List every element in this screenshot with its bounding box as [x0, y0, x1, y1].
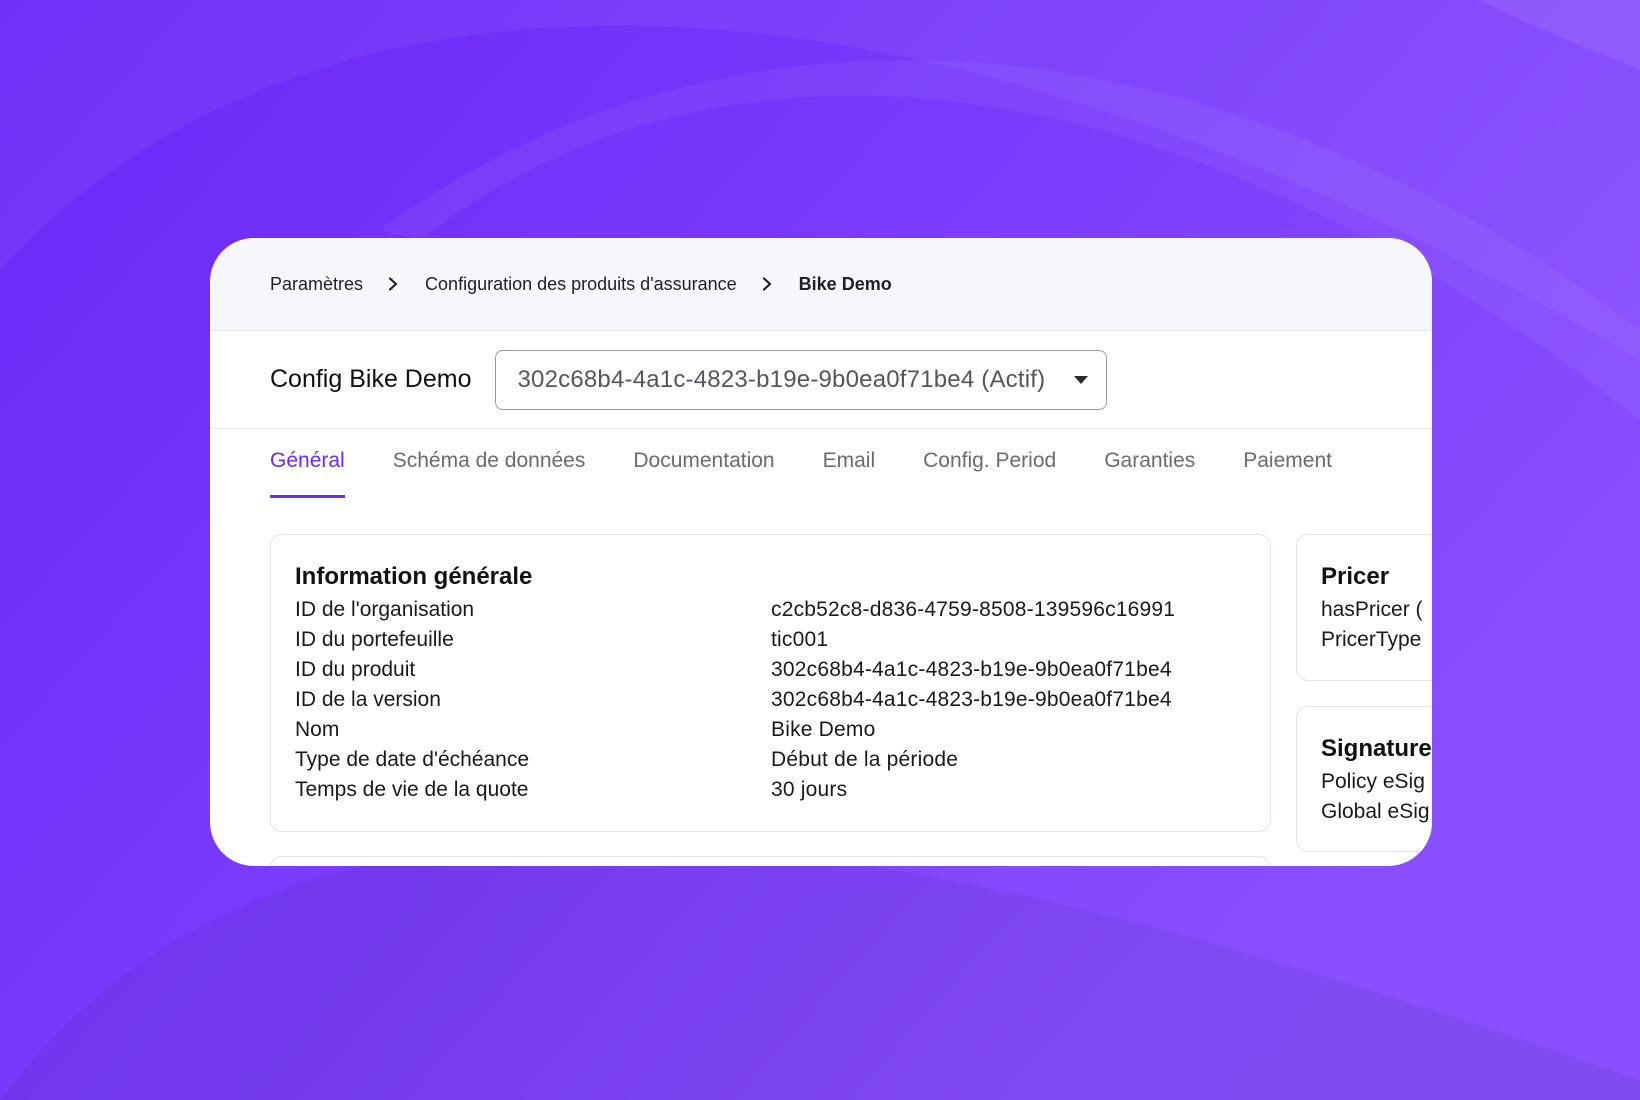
tab-bar: Général Schéma de données Documentation …: [210, 429, 1432, 498]
tab-general[interactable]: Général: [270, 429, 345, 498]
signature-row: Global eSig: [1321, 800, 1430, 823]
signature-row: Policy eSig: [1321, 770, 1425, 793]
info-row: ID du produit 302c68b4-4a1c-4823-b19e-9b…: [295, 655, 1246, 685]
pricer-row: hasPricer (: [1321, 598, 1423, 621]
info-value: 302c68b4-4a1c-4823-b19e-9b0ea0f71be4: [771, 658, 1172, 681]
page-title: Config Bike Demo: [270, 365, 472, 393]
signature-panel: Signature Policy eSig Global eSig: [1296, 706, 1432, 852]
info-row: ID du portefeuille tic001: [295, 625, 1246, 655]
config-card: Paramètres Configuration des produits d'…: [210, 238, 1432, 866]
chevron-right-icon: [388, 277, 398, 291]
breadcrumb: Paramètres Configuration des produits d'…: [210, 238, 1432, 331]
info-key: Temps de vie de la quote: [295, 778, 529, 801]
info-row: ID de l'organisation c2cb52c8-d836-4759-…: [295, 595, 1246, 625]
info-key: ID de l'organisation: [295, 598, 475, 621]
tab-config-period[interactable]: Config. Period: [923, 429, 1056, 495]
info-value: 30 jours: [771, 778, 848, 801]
info-key: Nom: [295, 718, 340, 741]
info-value: Début de la période: [771, 748, 959, 771]
tab-email[interactable]: Email: [823, 429, 876, 495]
config-header: Config Bike Demo 302c68b4-4a1c-4823-b19e…: [210, 331, 1432, 429]
pricer-row: PricerType: [1321, 628, 1422, 651]
tab-documentation[interactable]: Documentation: [633, 429, 774, 495]
info-key: ID du produit: [295, 658, 416, 681]
caret-down-icon: [1074, 375, 1089, 384]
info-row: Nom Bike Demo: [295, 715, 1246, 745]
info-row: Temps de vie de la quote 30 jours: [295, 775, 1246, 805]
version-select[interactable]: 302c68b4-4a1c-4823-b19e-9b0ea0f71be4 (Ac…: [495, 349, 1108, 410]
info-row: Type de date d'échéance Début de la péri…: [295, 745, 1246, 775]
info-value: 302c68b4-4a1c-4823-b19e-9b0ea0f71be4: [771, 688, 1172, 711]
info-key: ID du portefeuille: [295, 628, 454, 651]
version-select-value: 302c68b4-4a1c-4823-b19e-9b0ea0f71be4 (Ac…: [517, 365, 1046, 393]
tab-paiement[interactable]: Paiement: [1243, 429, 1332, 495]
pricer-title: Pricer: [1321, 563, 1390, 590]
tab-schema-de-donnees[interactable]: Schéma de données: [393, 429, 586, 495]
info-row: ID de la version 302c68b4-4a1c-4823-b19e…: [295, 685, 1246, 715]
tab-garanties[interactable]: Garanties: [1104, 429, 1195, 495]
breadcrumb-item-parametres[interactable]: Paramètres: [270, 274, 363, 295]
chevron-right-icon: [762, 277, 771, 291]
info-value: c2cb52c8-d836-4759-8508-139596c16991: [771, 598, 1176, 621]
info-value: tic001: [771, 628, 829, 651]
pricer-panel: Pricer hasPricer ( PricerType: [1296, 534, 1432, 681]
info-key: Type de date d'échéance: [295, 748, 530, 771]
info-value: Bike Demo: [771, 718, 876, 741]
breadcrumb-item-configuration[interactable]: Configuration des produits d'assurance: [425, 274, 737, 295]
general-info-panel: Information générale ID de l'organisatio…: [270, 534, 1271, 832]
info-key: ID de la version: [295, 688, 441, 711]
breadcrumb-current: Bike Demo: [798, 273, 892, 294]
general-info-title: Information générale: [295, 563, 533, 590]
signature-title: Signature: [1321, 735, 1432, 762]
next-panel-partial: [270, 856, 1271, 866]
